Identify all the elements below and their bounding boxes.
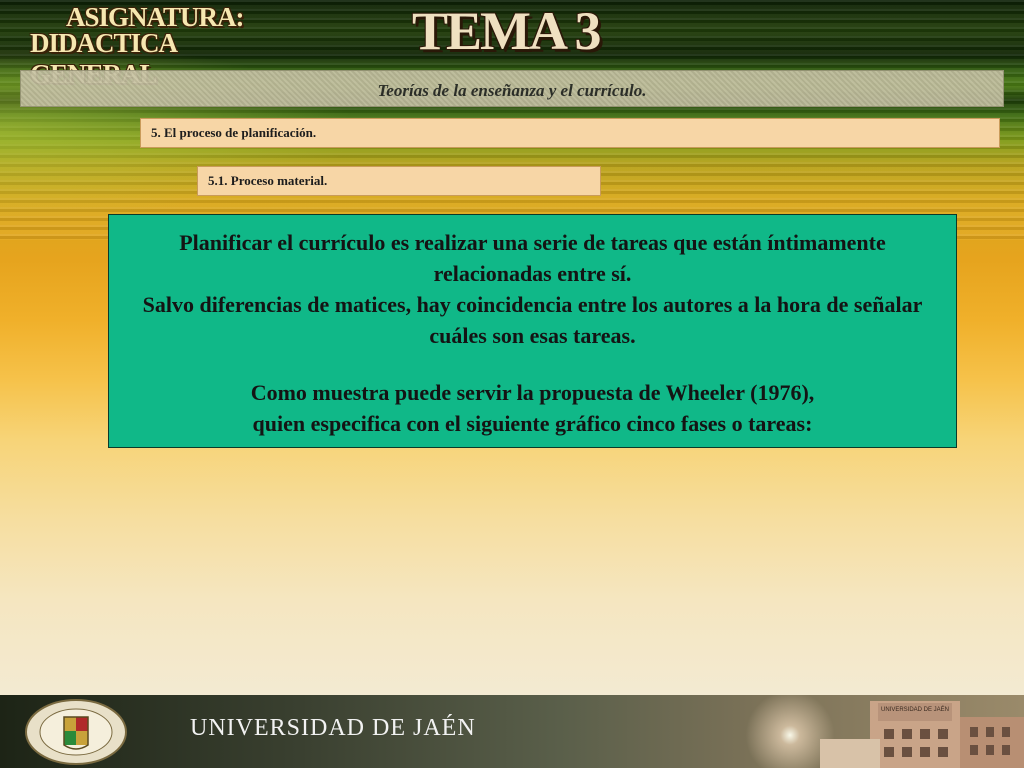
building-sign: UNIVERSIDAD DE JAÉN [881, 706, 949, 713]
university-building-icon: UNIVERSIDAD DE JAÉN [820, 701, 1024, 768]
subsection-text: 5.1. Proceso material. [208, 173, 328, 188]
university-seal-icon [25, 699, 127, 765]
asignatura-logo: ASIGNATURA: DIDACTICA GENERAL [30, 2, 280, 89]
paragraph-4: quien especifica con el siguiente gráfic… [252, 411, 813, 436]
subsection-bar: 5.1. Proceso material. [197, 166, 601, 196]
tema-heading: TEMA 3 [412, 1, 602, 61]
section-bar: 5. El proceso de planificación. [140, 118, 1000, 148]
university-name: UNIVERSIDAD DE JAÉN [190, 715, 476, 741]
paragraph-3: Como muestra puede servir la propuesta d… [250, 380, 815, 405]
section-text: 5. El proceso de planificación. [151, 125, 317, 140]
paragraph-1: Planificar el currículo es realizar una … [179, 230, 886, 286]
footer-banner: UNIVERSIDAD DE JAÉN UNIVERSIDAD DE JAÉN [0, 695, 1024, 768]
title-bar-text: Teorías de la enseñanza y el currículo. [377, 80, 647, 100]
paragraph-2: Salvo diferencias de matices, hay coinci… [142, 292, 923, 348]
title-bar: Teorías de la enseñanza y el currículo. [20, 70, 1004, 107]
main-text-box: Planificar el currículo es realizar una … [108, 214, 957, 448]
